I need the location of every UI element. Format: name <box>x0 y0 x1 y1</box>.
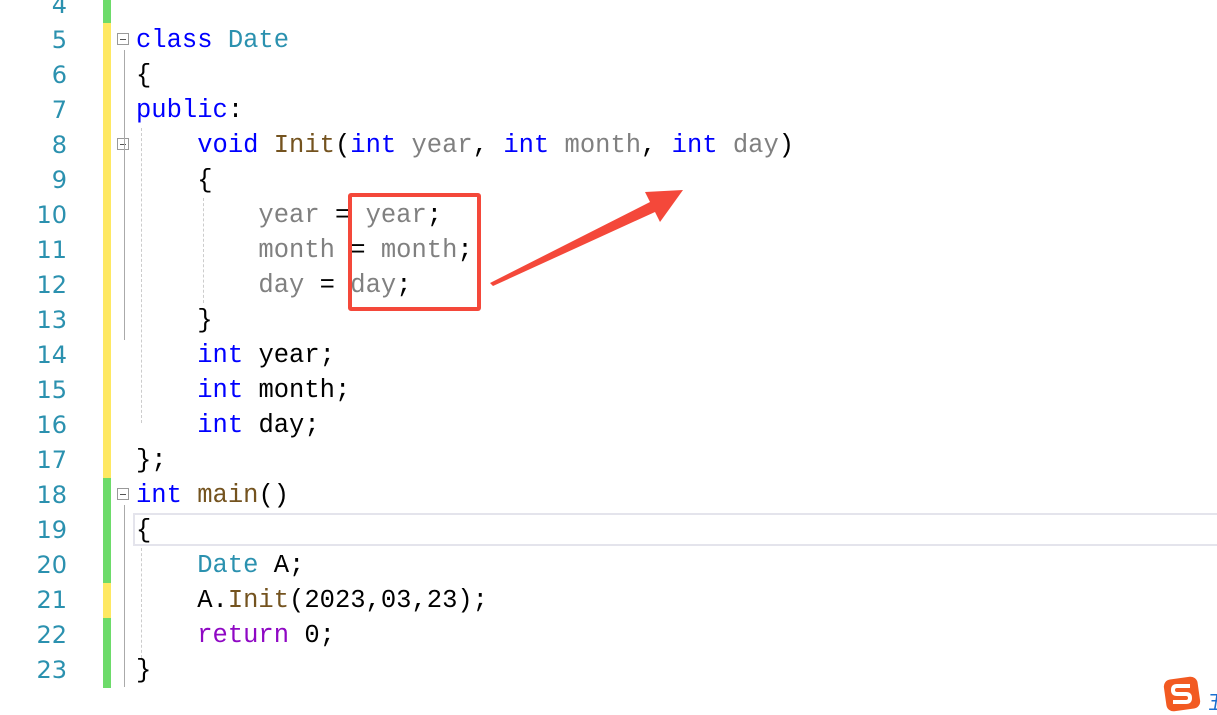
annotation-arrow <box>490 190 683 286</box>
arrow-icon <box>490 190 683 286</box>
ime-label: 五 <box>1208 686 1217 715</box>
sogou-s-icon[interactable] <box>1163 676 1201 712</box>
